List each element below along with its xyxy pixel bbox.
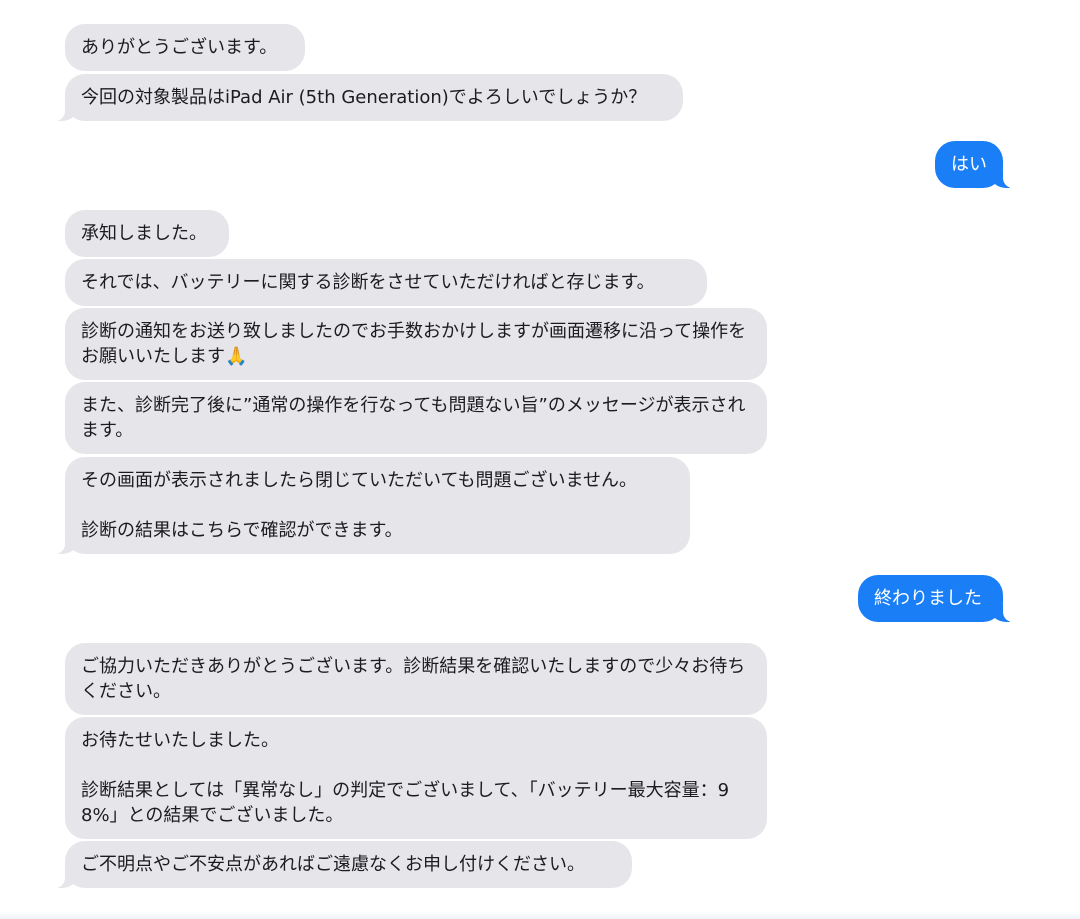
message-thread: ありがとうございます。 今回の対象製品はiPad Air (5th Genera… [0,0,1080,919]
incoming-message[interactable]: 今回の対象製品はiPad Air (5th Generation)でよろしいでし… [49,74,683,121]
outgoing-message[interactable]: 終わりました [858,575,1019,622]
incoming-message[interactable]: お待たせいたしました。 診断結果としては「異常なし」の判定でございまして、「バッ… [65,717,767,839]
incoming-message[interactable]: それでは、バッテリーに関する診断をさせていただければと存じます。 [65,259,707,306]
incoming-message[interactable]: 診断の通知をお送り致しましたのでお手数おかけしますが画面遷移に沿って操作をお願い… [65,308,767,380]
incoming-message[interactable]: ご不明点やご不安点があればご遠慮なくお申し付けください。 [49,841,632,888]
incoming-message[interactable]: ご協力いただきありがとうございます。診断結果を確認いたしますので少々お待ちくださ… [65,643,767,715]
incoming-message[interactable]: ありがとうございます。 [65,24,305,71]
incoming-message[interactable]: また、診断完了後に”通常の操作を行なっても問題ない旨”のメッセージが表示されます… [65,382,767,454]
incoming-message[interactable]: その画面が表示されましたら閉じていただいても問題ございません。 診断の結果はこち… [49,457,690,554]
outgoing-message[interactable]: はい [935,141,1019,188]
bottom-edge [0,911,1080,919]
incoming-message[interactable]: 承知しました。 [65,210,229,257]
